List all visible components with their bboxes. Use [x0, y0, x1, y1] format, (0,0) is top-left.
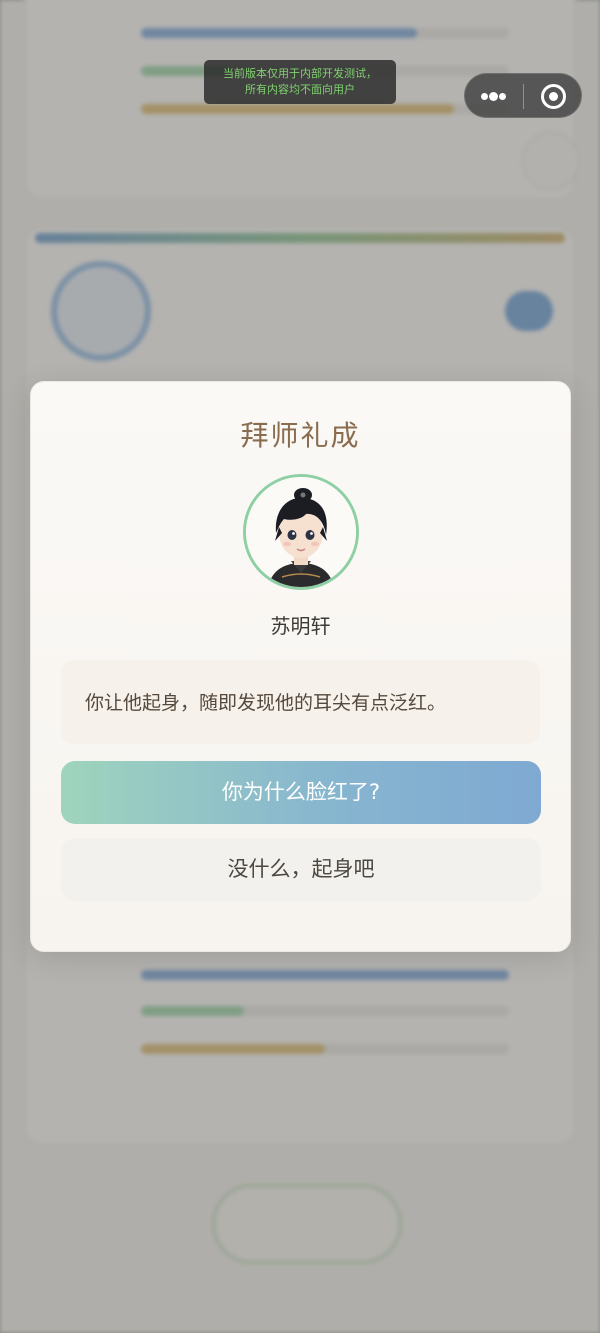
- story-box: 你让他起身，随即发现他的耳尖有点泛红。: [61, 660, 540, 744]
- choice-button-primary[interactable]: 你为什么脸红了?: [61, 761, 541, 824]
- character-portrait: [243, 474, 359, 590]
- more-dots-icon[interactable]: [465, 74, 523, 119]
- dev-notice-line1: 当前版本仅用于内部开发测试，: [223, 67, 377, 80]
- modal-title: 拜师礼成: [240, 419, 361, 452]
- result-modal: 拜师礼成 苏明轩 你让他起身，随即发现他的耳尖有点泛红。 你为什么脸红了? 没什…: [30, 381, 571, 952]
- miniprogram-capsule: [464, 73, 582, 118]
- target-close-icon[interactable]: [524, 74, 583, 119]
- character-portrait-illustration: [246, 477, 356, 587]
- story-text: 你让他起身，随即发现他的耳尖有点泛红。: [85, 692, 447, 714]
- character-name: 苏明轩: [270, 614, 331, 638]
- choice-button-secondary[interactable]: 没什么，起身吧: [61, 838, 541, 901]
- dev-notice-line2: 所有内容均不面向用户: [245, 83, 355, 96]
- dev-notice-toast: 当前版本仅用于内部开发测试， 所有内容均不面向用户: [204, 60, 396, 104]
